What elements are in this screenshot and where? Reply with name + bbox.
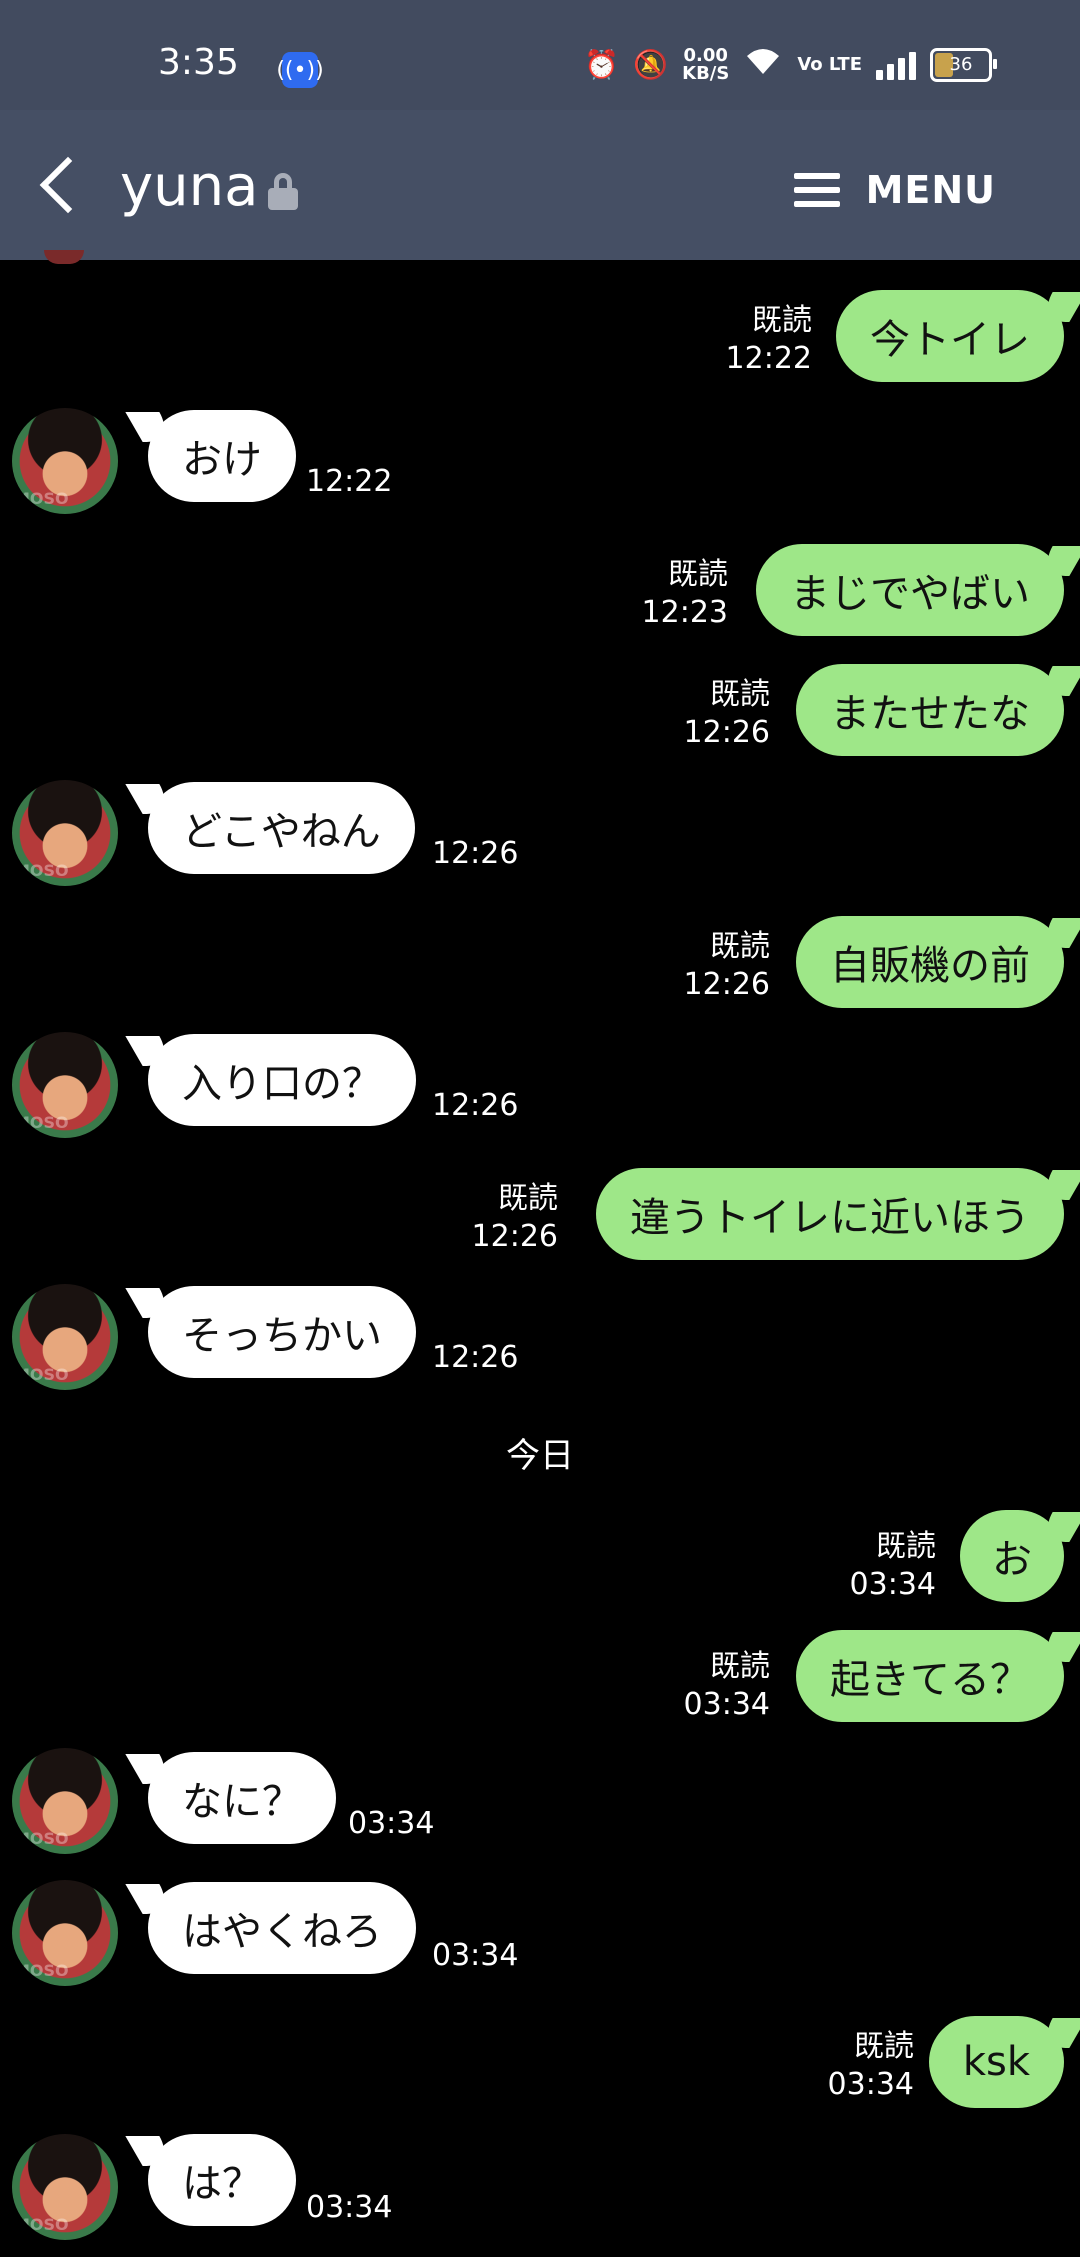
status-bar: 3:35 ((•)) ⏰ 🔕 0.00 KB/S Vo LTE 36 [0,0,1080,110]
wifi-icon [743,46,783,83]
battery-level: 36 [949,54,973,75]
message-time: 03:34 [432,1938,519,1973]
message-time: 12:26 [683,967,770,1002]
contact-avatar[interactable]: MOSO [12,1284,118,1390]
read-receipt: 既読 [710,1649,770,1684]
hotspot-icon: ((•)) [276,52,324,88]
menu-button[interactable]: MENU [793,168,996,212]
avatar-watermark: MOSO [14,1365,69,1384]
read-receipt: 既読 [710,677,770,712]
alarm-icon: ⏰ [584,48,620,81]
message-bubble-outgoing[interactable]: 違うトイレに近いほう [596,1168,1064,1260]
message-bubble-outgoing[interactable]: 起きてる？ [796,1630,1064,1722]
message-bubble-incoming[interactable]: そっちかい [148,1286,416,1378]
avatar-watermark: MOSO [14,1961,69,1980]
lock-icon [268,172,299,210]
message-bubble-outgoing[interactable]: 今トイレ [836,290,1064,382]
message-bubble-incoming[interactable]: 入り口の？ [148,1034,416,1126]
status-time: 3:35 [158,42,239,83]
read-receipt: 既読 [752,303,812,338]
chat-header: yuna MENU [0,110,1080,260]
message-time: 03:34 [683,1687,770,1722]
day-separator: 今日 [506,1436,574,1476]
message-time: 12:26 [471,1219,558,1254]
message-meta: 既読 03:34 [828,2028,914,2104]
contact-avatar[interactable]: MOSO [12,408,118,514]
message-time: 12:23 [641,595,728,630]
message-bubble-incoming[interactable]: はやくねろ [148,1882,416,1974]
message-meta: 既読 03:34 [850,1528,936,1604]
contact-avatar[interactable]: MOSO [12,780,118,886]
message-time: 12:22 [725,341,812,376]
contact-avatar[interactable]: MOSO [12,1880,118,1986]
message-time: 12:26 [683,715,770,750]
message-bubble-outgoing[interactable]: ksk [928,2016,1064,2108]
avatar-watermark: MOSO [14,1829,69,1848]
chevron-left-icon [39,156,97,214]
message-meta: 既読 03:34 [684,1648,770,1724]
volte-icon: Vo LTE [797,53,862,75]
message-bubble-incoming[interactable]: は？ [148,2134,296,2226]
contact-avatar[interactable]: MOSO [12,1748,118,1854]
read-receipt: 既読 [854,2029,914,2064]
contact-name: yuna [120,154,259,219]
contact-avatar[interactable]: MOSO [12,1032,118,1138]
read-receipt: 既読 [498,1181,558,1216]
message-meta: 既読 12:26 [684,676,770,752]
avatar-watermark: MOSO [14,489,69,508]
message-time: 12:26 [432,1088,519,1123]
message-bubble-incoming[interactable]: どこやねん [148,782,415,874]
chat-title: yuna [120,154,299,219]
message-bubble-incoming[interactable]: おけ [148,410,296,502]
read-receipt: 既読 [710,929,770,964]
message-bubble-outgoing[interactable]: お [960,1510,1064,1602]
message-meta: 既読 12:26 [472,1180,558,1256]
message-time: 12:26 [432,1340,519,1375]
back-button[interactable] [30,150,97,220]
partial-avatar [44,250,84,264]
signal-icon [876,50,916,80]
avatar-watermark: MOSO [14,2215,69,2234]
message-bubble-outgoing[interactable]: またせたな [796,664,1064,756]
message-bubble-outgoing[interactable]: 自販機の前 [796,916,1064,1008]
battery-icon: 36 [930,47,997,82]
message-meta: 既読 12:22 [726,302,812,378]
message-time: 03:34 [849,1567,936,1602]
message-meta: 既読 12:26 [684,928,770,1004]
message-time: 03:34 [306,2190,393,2225]
network-speed: 0.00 KB/S [682,44,730,84]
message-time: 03:34 [348,1806,435,1841]
contact-avatar[interactable]: MOSO [12,2134,118,2240]
message-time: 12:22 [306,464,393,499]
message-bubble-outgoing[interactable]: まじでやばい [756,544,1064,636]
menu-label: MENU [865,168,996,212]
message-time: 12:26 [432,836,519,871]
read-receipt: 既読 [876,1529,936,1564]
hamburger-icon [793,173,840,207]
avatar-watermark: MOSO [14,861,69,880]
message-time: 03:34 [827,2067,914,2102]
read-receipt: 既読 [668,557,728,592]
message-bubble-incoming[interactable]: なに？ [148,1752,336,1844]
avatar-watermark: MOSO [14,1113,69,1132]
network-speed-unit: KB/S [682,62,730,84]
mute-icon: 🔕 [633,48,669,81]
message-meta: 既読 12:23 [642,556,728,632]
network-speed-value: 0.00 [683,44,728,66]
status-icons: ⏰ 🔕 0.00 KB/S Vo LTE 36 [584,44,997,84]
